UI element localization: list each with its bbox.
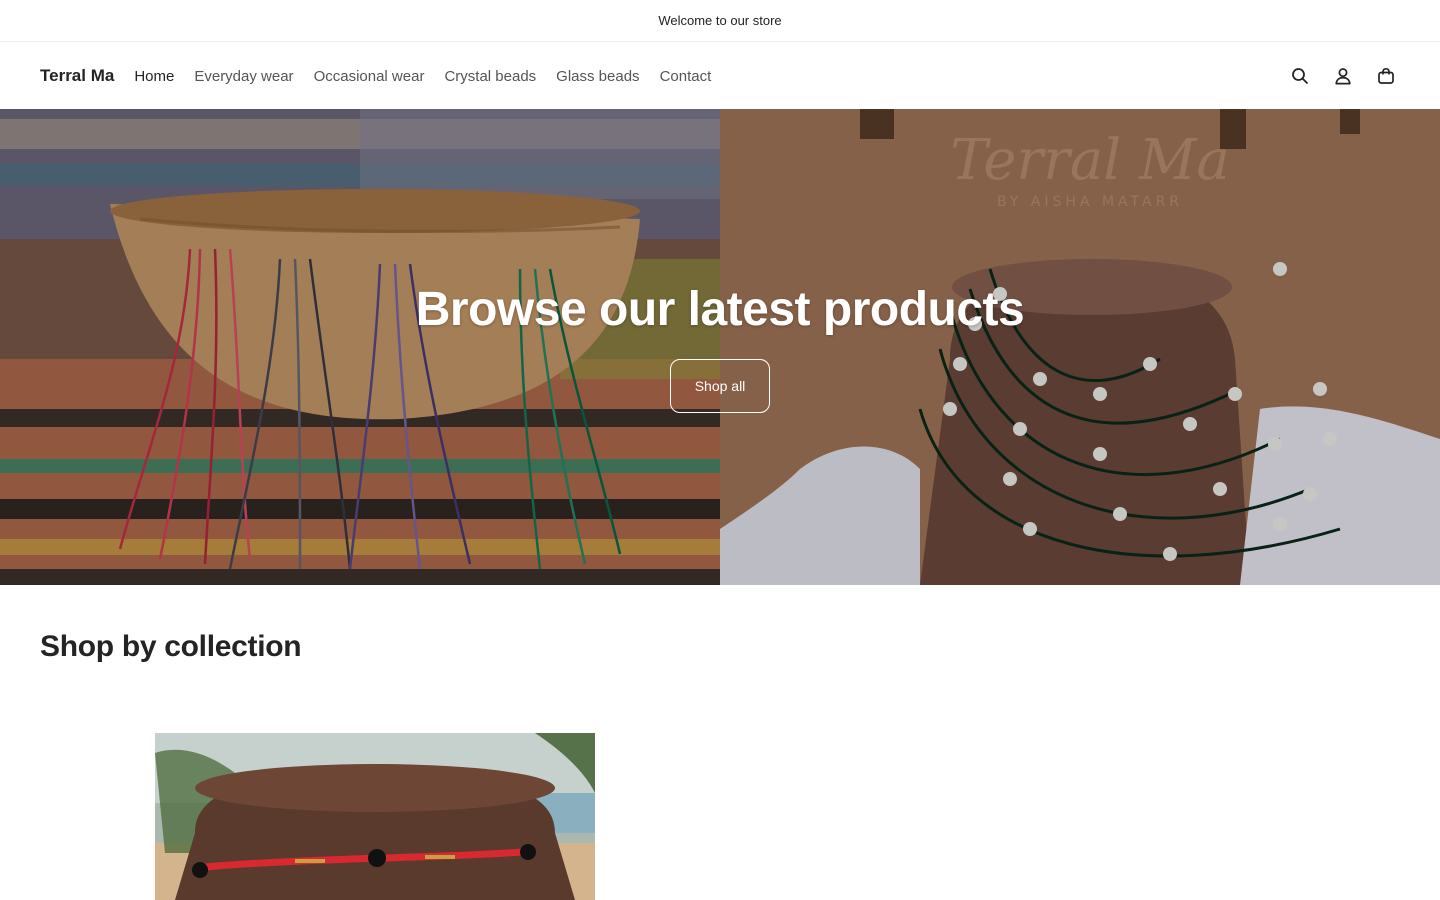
hero-banner: Terral Ma BY AISHA MATARR Browse our lat… <box>0 109 1440 585</box>
announcement-bar: Welcome to our store <box>0 0 1440 42</box>
collection-heading: Shop by collection <box>40 630 302 663</box>
header-icons <box>1289 66 1400 87</box>
collection-card[interactable] <box>155 733 595 900</box>
collection-card-image <box>155 733 595 900</box>
nav-glass-beads[interactable]: Glass beads <box>556 68 639 85</box>
shop-all-button[interactable]: Shop all <box>670 358 770 413</box>
hero-content: Browse our latest products Shop all <box>0 109 1440 585</box>
nav-home[interactable]: Home <box>134 68 174 85</box>
site-header: Terral Ma Home Everyday wear Occasional … <box>0 43 1440 109</box>
nav-crystal-beads[interactable]: Crystal beads <box>444 68 536 85</box>
nav-contact[interactable]: Contact <box>660 68 712 85</box>
hero-title: Browse our latest products <box>415 282 1025 336</box>
nav-everyday-wear[interactable]: Everyday wear <box>194 68 293 85</box>
account-icon[interactable] <box>1332 66 1353 87</box>
search-icon[interactable] <box>1289 66 1310 87</box>
store-logo[interactable]: Terral Ma <box>40 66 114 86</box>
announcement-text: Welcome to our store <box>658 13 782 28</box>
nav-occasional-wear[interactable]: Occasional wear <box>314 68 425 85</box>
cart-icon[interactable] <box>1375 66 1396 87</box>
main-nav: Home Everyday wear Occasional wear Cryst… <box>134 68 711 85</box>
